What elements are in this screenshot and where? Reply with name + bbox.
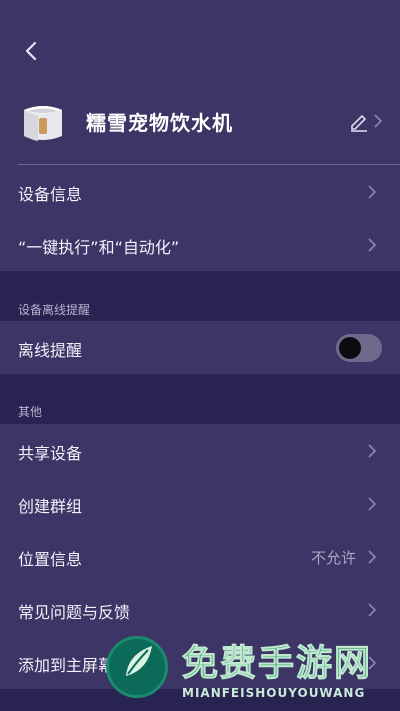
menu-item-create-group[interactable]: 创建群组	[0, 477, 400, 530]
device-name: 糯雪宠物饮水机	[86, 111, 233, 135]
chevron-right-icon	[368, 656, 377, 670]
menu-item-faq-feedback[interactable]: 常见问题与反馈	[0, 583, 400, 636]
menu-item-label: 常见问题与反馈	[18, 603, 131, 622]
menu-item-label: 共享设备	[18, 444, 83, 463]
toggle-knob	[339, 337, 361, 359]
offline-reminder-toggle[interactable]	[336, 334, 382, 362]
menu-item-label: 位置信息	[18, 550, 83, 569]
location-permission-value: 不允许	[310, 549, 356, 567]
back-arrow-icon	[25, 41, 37, 61]
chevron-right-icon	[368, 550, 377, 564]
menu-item-label: 添加到主屏幕	[18, 656, 115, 675]
section-title-offline: 设备离线提醒	[18, 303, 91, 317]
section-title-other: 其他	[18, 405, 43, 419]
offline-reminder-row: 离线提醒	[0, 321, 400, 374]
chevron-right-icon	[368, 603, 377, 617]
menu-item-location-info[interactable]: 位置信息 不允许	[0, 530, 400, 583]
chevron-right-icon	[374, 114, 383, 128]
menu-item-label: “一键执行”和“自动化”	[18, 238, 180, 257]
menu-item-add-to-home[interactable]: 添加到主屏幕	[0, 636, 400, 689]
offline-reminder-label: 离线提醒	[18, 341, 83, 360]
menu-item-label: 设备信息	[18, 185, 83, 204]
menu-item-share-device[interactable]: 共享设备	[0, 424, 400, 477]
chevron-right-icon	[368, 238, 377, 252]
chevron-right-icon	[368, 497, 377, 511]
menu-item-label: 创建群组	[18, 497, 83, 516]
back-button[interactable]	[18, 36, 48, 66]
pencil-icon	[351, 115, 367, 132]
chevron-right-icon	[368, 185, 377, 199]
menu-item-scenes-automation[interactable]: “一键执行”和“自动化”	[0, 218, 400, 271]
device-header: 糯雪宠物饮水机	[0, 0, 400, 165]
device-thumbnail	[18, 96, 68, 146]
device-name-row[interactable]: 糯雪宠物饮水机	[18, 96, 383, 146]
water-fountain-icon	[24, 106, 62, 141]
menu-item-device-info[interactable]: 设备信息	[0, 165, 400, 218]
device-settings-screen: 糯雪宠物饮水机 设备信息 “一键执行”和“自动化” 设备离线提醒 离线提醒 其他…	[0, 0, 400, 711]
chevron-right-icon	[368, 444, 377, 458]
edit-name-button[interactable]	[348, 110, 370, 132]
